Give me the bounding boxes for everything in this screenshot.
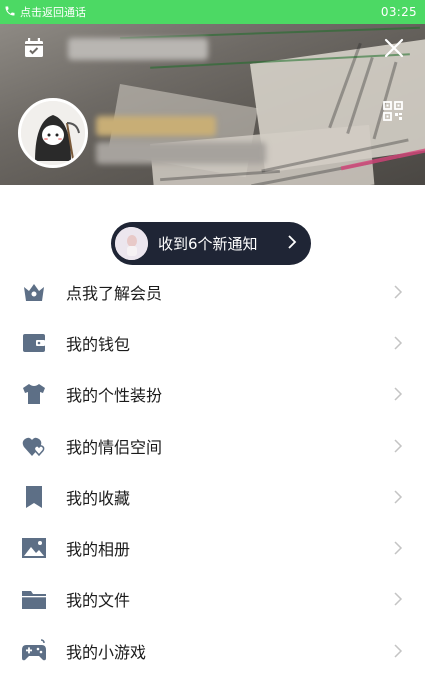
menu-item-vip[interactable]: 点我了解会员 [0,266,425,317]
menu-item-wallet[interactable]: 我的钱包 [0,317,425,368]
menu-list: 点我了解会员 我的钱包 我的个性装扮 我的情侣空间 我的收藏 我的相册 我的文件… [0,266,425,676]
menu-item-label: 我的钱包 [66,334,131,354]
notification-button[interactable]: 收到6个新通知 [111,222,311,265]
chevron-right-icon [394,285,403,299]
chevron-right-icon [394,387,403,401]
wallet-icon [20,329,48,357]
menu-item-favorites[interactable]: 我的收藏 [0,471,425,522]
profile-header [0,24,425,185]
return-call-text: 点击返回通话 [20,6,86,19]
folder-icon [20,585,48,613]
couple-hearts-icon [20,432,48,460]
return-to-call[interactable]: 点击返回通话 [4,4,86,20]
menu-item-label: 点我了解会员 [66,283,163,303]
menu-item-label: 我的个性装扮 [66,386,163,406]
menu-item-mini-games[interactable]: 我的小游戏 [0,625,425,676]
gamepad-icon [20,637,48,665]
notification-text: 收到6个新通知 [158,235,258,253]
chevron-right-icon [287,234,297,253]
status-bar: 点击返回通话 03:25 [0,0,425,24]
photo-album-icon [20,534,48,562]
shirt-icon [20,380,48,408]
vip-crown-icon [20,278,48,306]
qr-code-icon[interactable] [382,100,404,122]
chevron-right-icon [394,336,403,350]
menu-item-dress-up[interactable]: 我的个性装扮 [0,369,425,420]
menu-item-label: 我的相册 [66,540,131,560]
notification-avatar [115,227,148,260]
menu-item-album[interactable]: 我的相册 [0,522,425,573]
avatar[interactable] [18,98,88,168]
chevron-right-icon [394,644,403,658]
chevron-right-icon [394,439,403,453]
phone-icon [4,5,16,20]
nickname-blurred [68,38,208,60]
chevron-right-icon [394,541,403,555]
menu-item-label: 我的文件 [66,591,131,611]
menu-item-files[interactable]: 我的文件 [0,574,425,625]
status-time: 03:25 [380,5,417,19]
signature-blurred [96,142,266,164]
menu-item-label: 我的小游戏 [66,642,147,662]
menu-item-couple-space[interactable]: 我的情侣空间 [0,420,425,471]
level-blurred [96,116,216,136]
chevron-right-icon [394,490,403,504]
chevron-right-icon [394,592,403,606]
menu-item-label: 我的收藏 [66,488,131,508]
menu-item-label: 我的情侣空间 [66,437,163,457]
bookmark-icon [20,483,48,511]
close-icon[interactable] [380,34,408,62]
calendar-check-icon[interactable] [20,34,48,62]
